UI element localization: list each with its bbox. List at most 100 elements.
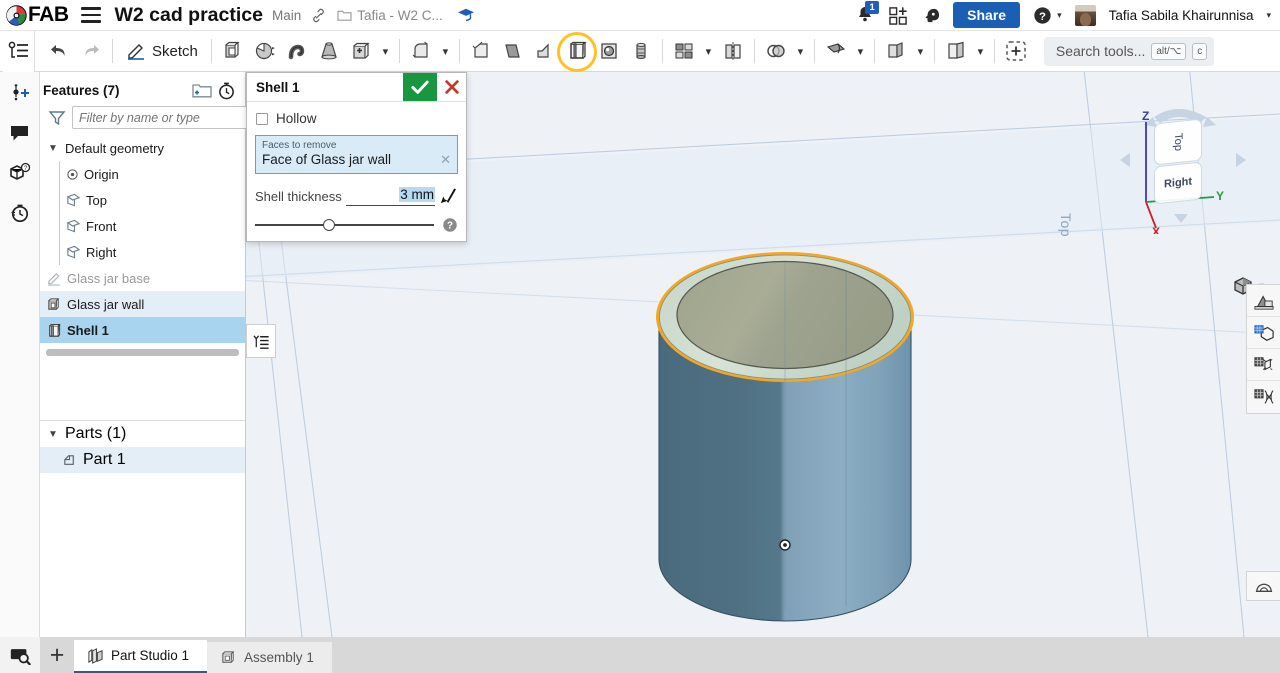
add-app-icon[interactable] xyxy=(889,6,908,25)
help-menu[interactable]: ? ▾ xyxy=(1033,6,1062,25)
shell-thickness-input[interactable]: 3 mm xyxy=(345,186,435,206)
search-tools-placeholder: Search tools... xyxy=(1055,43,1146,59)
undo-icon[interactable] xyxy=(43,35,75,68)
shell-tool[interactable] xyxy=(556,31,597,72)
accept-button[interactable] xyxy=(403,73,437,101)
boolean-chevron-down-icon[interactable]: ▾ xyxy=(377,36,394,66)
cube-question-icon[interactable]: ? xyxy=(5,159,35,187)
features-filter-row xyxy=(40,106,249,135)
hollow-checkbox[interactable] xyxy=(256,112,268,125)
plane-tool[interactable] xyxy=(820,35,852,68)
parts-header[interactable]: ▼ Parts (1) xyxy=(40,421,245,447)
tree-item-top-plane[interactable]: Top xyxy=(40,187,245,213)
filter-input[interactable] xyxy=(72,106,249,129)
list-item-part-1[interactable]: Part 1 xyxy=(40,447,245,473)
stopwatch-history-icon[interactable] xyxy=(5,199,35,227)
user-chevron-down-icon[interactable]: ▾ xyxy=(1266,10,1271,21)
tree-item-glass-jar-base[interactable]: Glass jar base xyxy=(40,265,245,291)
feature-tree-scrollbar[interactable] xyxy=(46,349,239,356)
share-button[interactable]: Share xyxy=(953,2,1021,28)
bottom-tab-bar: + Part Studio 1 Assembly 1 xyxy=(0,637,1280,673)
transform-chevron-down-icon[interactable]: ▾ xyxy=(792,36,809,66)
pattern-chevron-down-icon[interactable]: ▾ xyxy=(700,36,717,66)
link-icon[interactable] xyxy=(311,8,326,23)
feature-list-icon[interactable] xyxy=(3,30,35,72)
tree-item-right-plane[interactable]: Right xyxy=(40,239,245,265)
arrow-pick-icon[interactable] xyxy=(439,187,458,206)
faces-to-remove-value: Face of Glass jar wall xyxy=(262,152,392,167)
variable-tool[interactable] xyxy=(940,35,972,68)
cancel-button[interactable] xyxy=(437,73,466,101)
slider-knob[interactable] xyxy=(323,219,335,231)
funnel-filter-icon[interactable] xyxy=(48,109,66,126)
simulation-icon[interactable] xyxy=(1247,349,1280,381)
variable-chevron-down-icon[interactable]: ▾ xyxy=(972,36,989,66)
extrude-tool[interactable] xyxy=(217,35,249,68)
tree-item-glass-jar-wall[interactable]: Glass jar wall xyxy=(40,291,245,317)
mirror-tool[interactable] xyxy=(717,35,749,68)
chamfer-tool[interactable] xyxy=(465,35,497,68)
branch-label[interactable]: Main xyxy=(272,8,301,23)
view-cube-right-label: Right xyxy=(1163,175,1193,191)
parts-section: ▼ Parts (1) Part 1 xyxy=(40,420,245,473)
bell-icon[interactable]: 1 xyxy=(856,1,880,25)
add-tab-button[interactable]: + xyxy=(40,637,74,673)
breadcrumb[interactable]: Tafia - W2 C... xyxy=(337,8,443,23)
rib-tool[interactable] xyxy=(529,35,561,68)
tree-item-shell-1[interactable]: Shell 1 xyxy=(40,317,245,343)
stopwatch-icon[interactable] xyxy=(214,79,238,101)
tab-part-studio-1[interactable]: Part Studio 1 xyxy=(74,640,208,673)
fillet-chevron-down-icon[interactable]: ▾ xyxy=(437,36,454,66)
faces-to-remove-field[interactable]: Faces to remove Face of Glass jar wall ✕ xyxy=(255,135,458,174)
insert-feature[interactable] xyxy=(1000,35,1032,68)
hamburger-menu-icon[interactable] xyxy=(80,7,101,23)
draft-tool[interactable] xyxy=(497,35,529,68)
sweep-tool[interactable] xyxy=(281,35,313,68)
sheet-metal-tool[interactable] xyxy=(880,35,912,68)
shell-thickness-slider[interactable] xyxy=(255,218,434,232)
hollow-checkbox-row[interactable]: Hollow xyxy=(256,111,458,126)
view-cube[interactable]: Z Y X Top Right xyxy=(1108,94,1258,234)
hollow-label: Hollow xyxy=(276,111,317,126)
plane-chevron-down-icon[interactable]: ▾ xyxy=(852,36,869,66)
graduation-cap-icon[interactable] xyxy=(457,7,475,23)
sheet-metal-chevron-down-icon[interactable]: ▾ xyxy=(912,36,929,66)
chevron-down-icon[interactable]: ▼ xyxy=(46,143,60,154)
app-logo[interactable]: FAB xyxy=(0,3,69,27)
render-cube-icon[interactable] xyxy=(1247,317,1280,349)
help-circle-icon[interactable]: ? xyxy=(442,217,458,233)
tab-assembly-1[interactable]: Assembly 1 xyxy=(207,642,332,673)
boolean-tool[interactable] xyxy=(345,35,377,68)
appearance-icon[interactable] xyxy=(1247,285,1280,317)
view-cube-top-label: Top xyxy=(1172,132,1184,152)
fea-icon[interactable] xyxy=(1247,381,1280,413)
shell-dialog[interactable]: Shell 1 Hollow Faces to remove Face of G… xyxy=(246,72,467,242)
loft-tool[interactable] xyxy=(313,35,345,68)
hole-tool[interactable] xyxy=(593,35,625,68)
transform-tool[interactable] xyxy=(760,35,792,68)
add-feature-icon[interactable] xyxy=(5,79,35,107)
clear-x-icon[interactable]: ✕ xyxy=(440,152,451,168)
fillet-tool[interactable] xyxy=(405,35,437,68)
view-cube-top-face[interactable]: Top xyxy=(1154,118,1202,166)
chevron-down-icon[interactable]: ▼ xyxy=(46,429,60,440)
plane-icon xyxy=(66,193,81,207)
tree-item-default-geometry[interactable]: ▼ Default geometry xyxy=(40,135,245,161)
ai-assistant-icon[interactable] xyxy=(921,6,940,25)
slider-track xyxy=(255,224,434,226)
revolve-tool[interactable] xyxy=(249,35,281,68)
thread-tool[interactable] xyxy=(625,35,657,68)
tree-item-front-plane[interactable]: Front xyxy=(40,213,245,239)
view-cube-right-face[interactable]: Right xyxy=(1154,161,1202,205)
section-view-tool[interactable] xyxy=(1246,571,1280,601)
tree-item-origin[interactable]: Origin xyxy=(40,161,245,187)
search-tools-input[interactable]: Search tools... alt/⌥ c xyxy=(1043,36,1215,66)
search-panel-icon[interactable] xyxy=(0,637,40,673)
redo-icon[interactable] xyxy=(75,35,107,68)
avatar[interactable] xyxy=(1074,4,1096,26)
new-folder-icon[interactable] xyxy=(190,79,214,101)
sketch-button[interactable]: Sketch xyxy=(118,38,206,64)
pattern-tool[interactable] xyxy=(668,35,700,68)
rollback-list-icon[interactable] xyxy=(246,324,276,358)
comment-bubble-icon[interactable] xyxy=(5,119,35,147)
